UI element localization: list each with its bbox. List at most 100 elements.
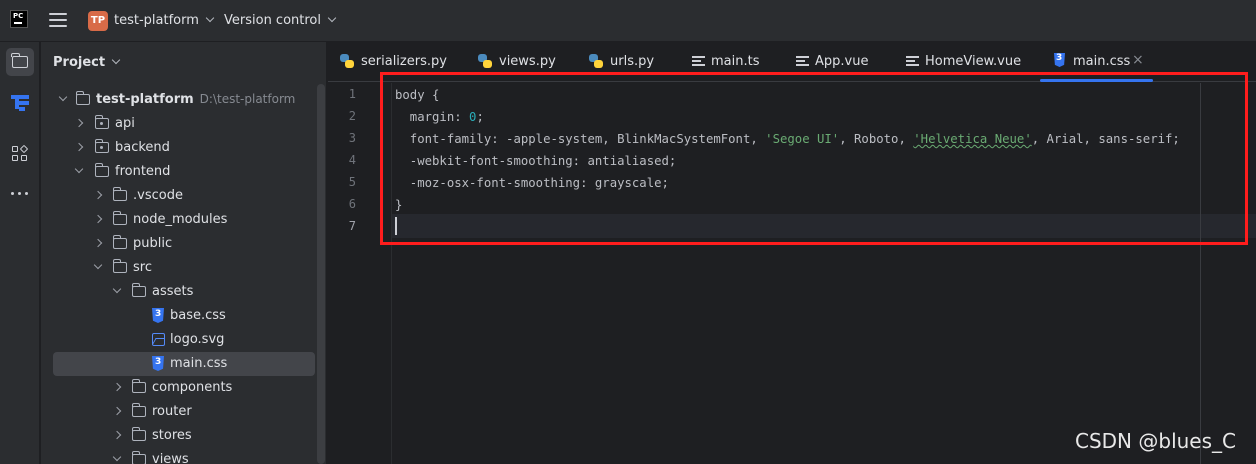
project-panel-title[interactable]: Project [53, 55, 121, 70]
code-line: -webkit-font-smoothing: antialiased; [395, 150, 1180, 172]
tab-label: views.py [499, 54, 556, 69]
main-menu-icon[interactable] [49, 13, 67, 29]
tree-item-assets[interactable]: assets [53, 280, 315, 304]
chevron-right-icon[interactable] [74, 142, 84, 152]
tab-main-ts[interactable]: main.ts [690, 42, 770, 82]
chevron-down-icon[interactable] [58, 92, 68, 102]
folder-icon [131, 427, 146, 441]
line-number-gutter: 1 2 3 4 5 6 7 [328, 83, 392, 464]
tree-item-label: frontend [115, 164, 171, 179]
dot-icon [100, 146, 103, 149]
tab-homeview-vue[interactable]: HomeView.vue [904, 42, 1024, 82]
code-string: 'Helvetica Neue' [913, 132, 1032, 146]
line-number: 3 [348, 131, 356, 145]
chevron-down-icon[interactable] [74, 164, 84, 174]
tab-label: HomeView.vue [925, 54, 1022, 69]
tree-item-frontend[interactable]: frontend [53, 160, 315, 184]
chevron-down-icon[interactable] [112, 284, 122, 294]
chevron-right-icon[interactable] [112, 406, 122, 416]
tree-item-stores[interactable]: stores [53, 424, 315, 448]
chevron-down-icon [205, 13, 215, 23]
tree-item-views[interactable]: views [53, 448, 315, 464]
line-number: 4 [348, 153, 356, 167]
tree-item-test-platform[interactable]: test-platform D:\test-platform [53, 88, 315, 112]
project-switcher[interactable]: test-platform [114, 13, 215, 28]
chevron-right-icon[interactable] [93, 214, 103, 224]
tab-label: main.ts [711, 54, 760, 69]
tree-item-vscode[interactable]: .vscode [53, 184, 315, 208]
package-folder-icon [94, 115, 109, 129]
tab-urls-py[interactable]: urls.py [589, 42, 669, 82]
text-file-icon [906, 56, 919, 67]
tree-item-api[interactable]: api [53, 112, 315, 136]
tab-views-py[interactable]: views.py [478, 42, 568, 82]
chevron-right-icon[interactable] [74, 118, 84, 128]
tree-item-label: test-platform D:\test-platform [96, 92, 295, 107]
code-text: } [395, 198, 403, 212]
package-folder-icon [94, 139, 109, 153]
right-margin-guide [1200, 83, 1201, 464]
tree-item-label: logo.svg [170, 332, 225, 347]
project-name: test-platform [114, 13, 199, 28]
tab-main-css[interactable]: main.css × [1052, 42, 1152, 82]
code-text: , Arial, sans-serif; [1031, 132, 1180, 146]
tree-item-label: views [152, 452, 189, 464]
chevron-down-icon[interactable] [112, 452, 122, 462]
line-number-current: 7 [348, 219, 356, 233]
code-text: body { [395, 88, 440, 102]
python-icon [589, 54, 603, 68]
tree-item-node-modules[interactable]: node_modules [53, 208, 315, 232]
folder-icon [112, 235, 127, 249]
tree-item-router[interactable]: router [53, 400, 315, 424]
project-tool-button[interactable] [6, 48, 34, 76]
tree-item-label: components [152, 380, 233, 395]
project-panel-title-label: Project [53, 55, 106, 70]
tree-item-logo-svg[interactable]: logo.svg [53, 328, 315, 352]
code-text: ; [476, 110, 484, 124]
folder-icon [94, 163, 109, 177]
close-icon[interactable]: × [1132, 52, 1144, 68]
project-panel-scrollbar[interactable] [317, 84, 325, 464]
code-line: -moz-osx-font-smoothing: grayscale; [395, 172, 1180, 194]
chevron-right-icon[interactable] [112, 430, 122, 440]
chevron-right-icon[interactable] [93, 238, 103, 248]
title-bar: PC TP test-platform Version control [0, 0, 1256, 42]
tree-item-label: api [115, 116, 135, 131]
chevron-down-icon [327, 13, 337, 23]
code-line: } [395, 194, 1180, 216]
tree-item-main-css[interactable]: main.css [53, 352, 315, 376]
tree-item-label: node_modules [133, 212, 228, 227]
tree-item-public[interactable]: public [53, 232, 315, 256]
tree-item-src[interactable]: src [53, 256, 315, 280]
code-text: , Roboto, [839, 132, 914, 146]
tree-item-backend[interactable]: backend [53, 136, 315, 160]
pycharm-logo-icon[interactable]: PC [10, 10, 28, 28]
tree-item-path: D:\test-platform [199, 92, 296, 106]
tab-app-vue[interactable]: App.vue [794, 42, 884, 82]
tree-item-components[interactable]: components [53, 376, 315, 400]
chevron-right-icon[interactable] [93, 190, 103, 200]
chevron-down-icon [111, 55, 121, 65]
code-line: font-family: -apple-system, BlinkMacSyst… [395, 128, 1180, 150]
version-control-menu[interactable]: Version control [224, 13, 337, 28]
current-line-highlight [328, 214, 1256, 238]
tree-item-base-css[interactable]: base.css [53, 304, 315, 328]
line-number: 5 [348, 175, 356, 189]
chevron-down-icon[interactable] [93, 260, 103, 270]
code-content[interactable]: body { margin: 0; font-family: -apple-sy… [395, 84, 1180, 216]
structure-tool-button[interactable] [6, 88, 34, 116]
tree-item-label: main.css [170, 356, 228, 371]
tab-serializers-py[interactable]: serializers.py [340, 42, 460, 82]
plugins-tool-button[interactable] [6, 140, 34, 168]
tool-window-strip [0, 42, 40, 464]
code-line: margin: 0; [395, 106, 1180, 128]
tree-item-label: base.css [170, 308, 226, 323]
code-line: body { [395, 84, 1180, 106]
editor-tab-bar: serializers.py views.py urls.py main.ts … [328, 42, 1256, 82]
dot-icon [100, 122, 103, 125]
folder-icon [112, 187, 127, 201]
folder-icon [112, 211, 127, 225]
project-badge[interactable]: TP [88, 11, 108, 31]
chevron-right-icon[interactable] [112, 382, 122, 392]
more-tools-button[interactable] [6, 180, 34, 208]
